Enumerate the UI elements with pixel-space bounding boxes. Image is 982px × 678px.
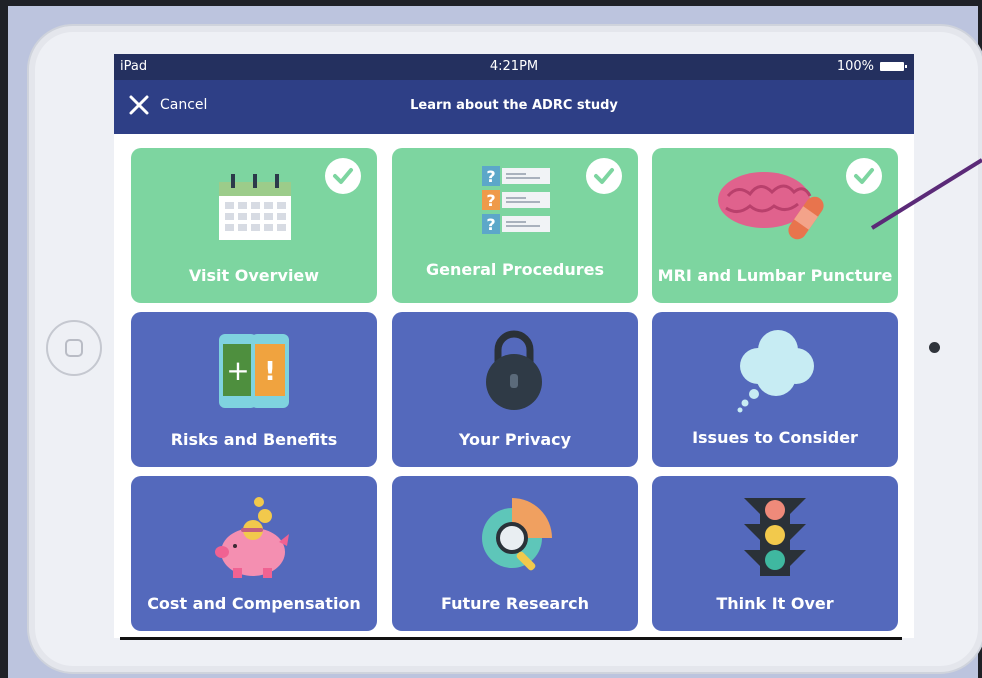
annotation-pointer-line (870, 158, 982, 230)
